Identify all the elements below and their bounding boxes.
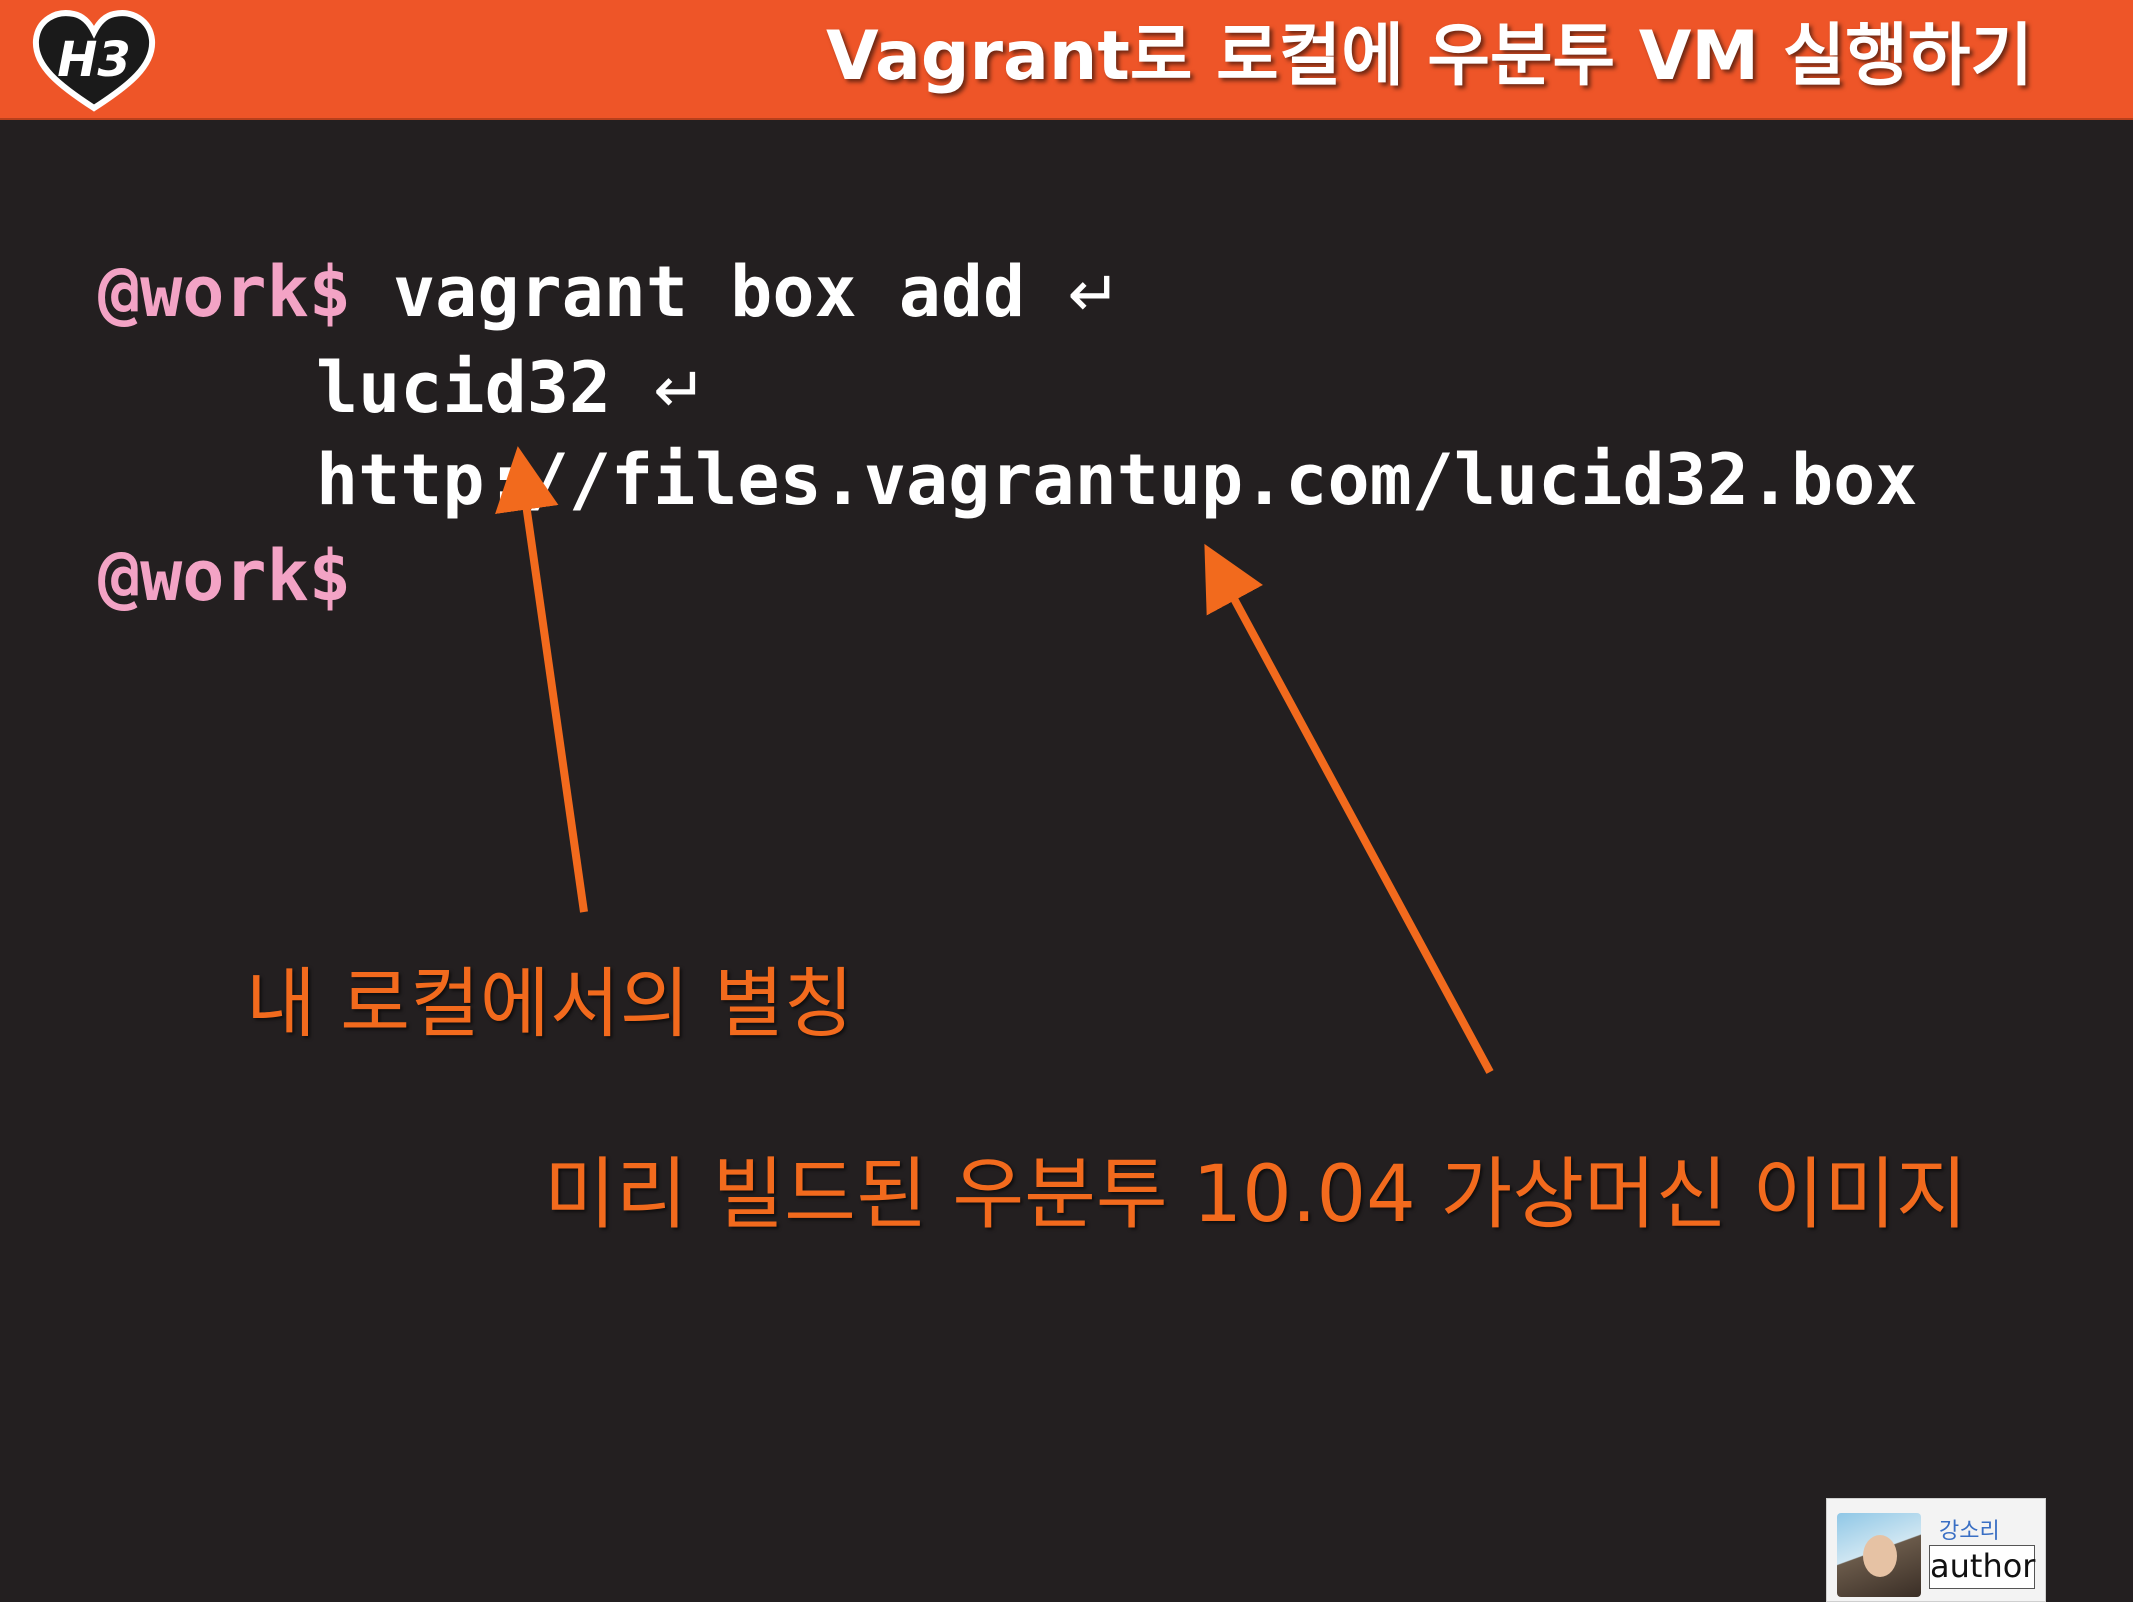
shell-prompt: @work$ [98, 251, 351, 333]
return-arrow-icon: ↵ [653, 354, 707, 428]
avatar-face [1863, 1535, 1897, 1577]
image-annotation: 미리 빌드된 우분투 10.04 가상머신 이미지 [544, 1150, 1968, 1240]
annotation-arrows [495, 446, 1494, 1074]
alias-annotation: 내 로컬에서의 별칭 [246, 959, 854, 1048]
author-name: 강소리 [1939, 1519, 2000, 1544]
author-badge: 강소리 author [1826, 1498, 2046, 1602]
command-text: vagrant box add [393, 251, 1026, 333]
slide-header: H3 Vagrant로 로컬에 우분투 VM 실행하기 [0, 0, 2133, 120]
slide-title: Vagrant로 로컬에 우분투 VM 실행하기 [826, 17, 2033, 96]
return-arrow-icon: ↵ [1067, 258, 1121, 332]
svg-text:H3: H3 [57, 32, 131, 88]
alias-arrow [495, 446, 588, 913]
author-role-label: author [1929, 1545, 2035, 1589]
terminal-line-3: http://files.vagrantup.com/lucid32.box [316, 440, 1917, 520]
avatar [1837, 1513, 1921, 1597]
h3-logo: H3 [32, 10, 156, 112]
url-arrow [1204, 543, 1494, 1074]
terminal-line-1: @work$ vagrant box add ↵ [98, 252, 1121, 335]
box-url-text: http://files.vagrantup.com/lucid32.box [316, 439, 1918, 521]
shell-prompt: @work$ [98, 535, 351, 617]
terminal-line-2: lucid32 ↵ [316, 348, 707, 431]
terminal-line-4: @work$ [98, 536, 351, 616]
box-alias-text: lucid32 [316, 347, 612, 429]
